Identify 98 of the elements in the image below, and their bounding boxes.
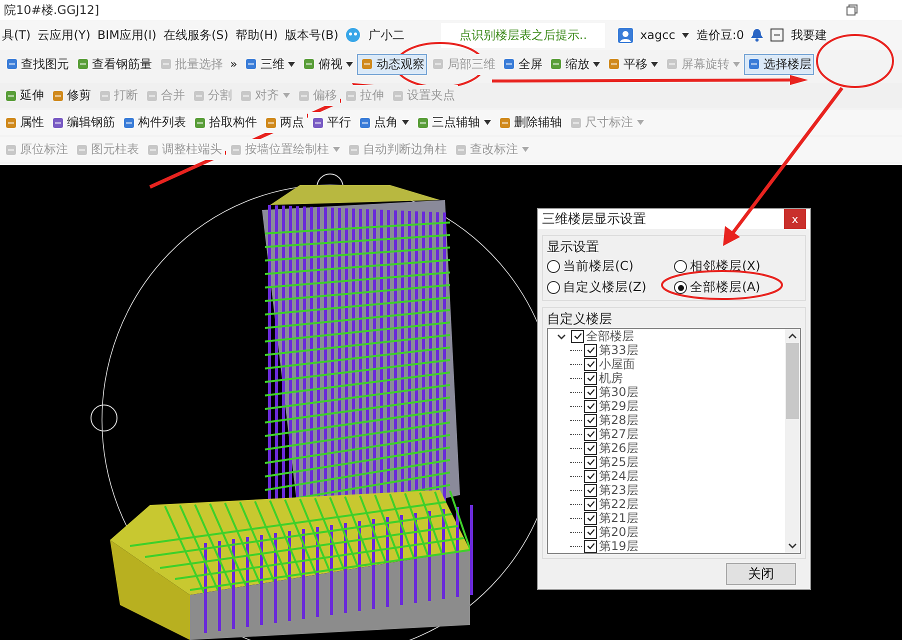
tree-item[interactable]: 第29层 bbox=[599, 398, 638, 414]
group-title: 显示设置 bbox=[547, 239, 600, 256]
tool-icon bbox=[4, 142, 18, 156]
tool-icon bbox=[344, 88, 358, 102]
tool-icon bbox=[4, 88, 18, 102]
checkbox[interactable] bbox=[584, 498, 597, 510]
tree-item[interactable]: 小屋面 bbox=[599, 356, 635, 372]
checkbox[interactable] bbox=[584, 372, 597, 384]
tree-item[interactable]: 第21层 bbox=[599, 510, 638, 526]
tool-icon bbox=[391, 88, 405, 102]
tool-icon bbox=[665, 57, 680, 71]
radio-option[interactable]: 当前楼层(C) bbox=[547, 258, 674, 275]
tree-item[interactable]: 第23层 bbox=[599, 482, 638, 498]
close-button[interactable]: x bbox=[784, 209, 806, 229]
group-title: 自定义楼层 bbox=[547, 311, 613, 328]
checkbox[interactable] bbox=[584, 526, 597, 538]
tool-icon bbox=[454, 142, 468, 156]
checkbox[interactable] bbox=[584, 512, 597, 524]
tool-icon bbox=[297, 88, 311, 102]
tree-item[interactable]: 第33层 bbox=[599, 342, 638, 358]
tool-icon bbox=[146, 142, 160, 156]
user-name[interactable]: xagcc bbox=[640, 28, 676, 42]
checkbox[interactable] bbox=[584, 344, 597, 356]
checkbox[interactable] bbox=[584, 358, 597, 370]
menu-item[interactable]: BIM应用(I) bbox=[97, 26, 156, 44]
tool-icon bbox=[549, 57, 564, 71]
tool-icon bbox=[360, 57, 374, 71]
menu-item[interactable]: 在线服务(S) bbox=[163, 26, 228, 44]
tool-icon bbox=[431, 57, 446, 71]
tree-item[interactable]: 第25层 bbox=[599, 454, 638, 470]
checkbox[interactable] bbox=[584, 400, 597, 412]
tree-item[interactable]: 全部楼层 bbox=[586, 329, 634, 344]
close-button[interactable]: 关闭 bbox=[726, 563, 796, 585]
scrollbar[interactable] bbox=[785, 329, 800, 553]
tool-icon bbox=[311, 116, 325, 130]
tree-item[interactable]: 机房 bbox=[599, 370, 623, 386]
tree-item[interactable]: 第28层 bbox=[599, 412, 638, 428]
tool-icon bbox=[347, 142, 361, 156]
checkbox[interactable] bbox=[584, 386, 597, 398]
tool-icon bbox=[159, 57, 173, 71]
tool-icon bbox=[244, 57, 258, 71]
notice-banner[interactable]: 点识别楼层表之后提示.. bbox=[441, 22, 606, 48]
tool-icon bbox=[502, 57, 516, 71]
tool-icon bbox=[747, 57, 762, 71]
tool-icon bbox=[264, 116, 278, 130]
tool-icon bbox=[4, 116, 18, 130]
tree-item[interactable]: 第30层 bbox=[599, 384, 638, 400]
checkbox[interactable] bbox=[584, 428, 597, 440]
window-title: 院10#楼.GGJ12] bbox=[4, 2, 100, 18]
mascot-icon bbox=[345, 27, 362, 43]
restore-icon[interactable] bbox=[846, 4, 858, 16]
checkbox[interactable] bbox=[571, 330, 584, 342]
expand-toggle-icon[interactable] bbox=[557, 332, 566, 340]
tool-icon bbox=[98, 88, 112, 102]
caret-icon[interactable] bbox=[682, 32, 690, 38]
toolbar-button[interactable]: 选择楼层 bbox=[744, 54, 814, 74]
checkbox[interactable] bbox=[584, 484, 597, 496]
tool-icon bbox=[416, 116, 430, 130]
tool-icon bbox=[76, 57, 90, 71]
user-icon bbox=[618, 28, 634, 42]
tree-item[interactable]: 第19层 bbox=[599, 538, 638, 553]
radio-option[interactable]: 自定义楼层(Z) bbox=[547, 279, 674, 296]
tool-icon bbox=[498, 116, 512, 130]
assistant-link[interactable]: 广小二 bbox=[368, 26, 404, 44]
tool-icon bbox=[192, 88, 206, 102]
menu-item[interactable]: 帮助(H) bbox=[235, 26, 278, 44]
tool-icon bbox=[51, 88, 65, 102]
tree-item[interactable]: 第27层 bbox=[599, 426, 638, 442]
tool-icon bbox=[5, 57, 19, 71]
tree-item[interactable]: 第24层 bbox=[599, 468, 638, 484]
tree-item[interactable]: 第26层 bbox=[599, 440, 638, 456]
menu-item[interactable]: 具(T) bbox=[2, 26, 31, 44]
tool-icon bbox=[607, 57, 622, 71]
menu-item[interactable]: 云应用(Y) bbox=[38, 26, 90, 44]
tool-icon bbox=[358, 116, 372, 130]
checkbox[interactable] bbox=[584, 442, 597, 454]
menu-item[interactable]: 版本号(B) bbox=[284, 26, 338, 44]
tool-icon bbox=[51, 116, 65, 130]
dialog-title: 三维楼层显示设置 bbox=[542, 211, 646, 228]
tool-icon bbox=[145, 88, 159, 102]
help-link[interactable]: 我要建 bbox=[791, 26, 828, 44]
tool-icon bbox=[122, 116, 136, 130]
bell-icon[interactable] bbox=[751, 28, 764, 42]
checkbox[interactable] bbox=[584, 540, 597, 552]
radio-option[interactable]: 全部楼层(A) bbox=[674, 279, 801, 296]
checkbox[interactable] bbox=[584, 456, 597, 468]
tree-item[interactable]: 第22层 bbox=[599, 496, 638, 512]
tool-icon bbox=[193, 116, 207, 130]
tree-item[interactable]: 第20层 bbox=[599, 524, 638, 540]
checkbox[interactable] bbox=[584, 470, 597, 482]
tool-icon bbox=[302, 57, 316, 71]
checkbox[interactable] bbox=[584, 414, 597, 426]
tool-icon bbox=[75, 142, 89, 156]
tool-icon bbox=[569, 116, 583, 130]
balance-text: 造价豆:0 bbox=[696, 26, 744, 44]
tool-icon bbox=[229, 142, 243, 156]
toolbar-button[interactable]: 动态观察 bbox=[357, 54, 428, 74]
tool-icon bbox=[239, 88, 253, 102]
